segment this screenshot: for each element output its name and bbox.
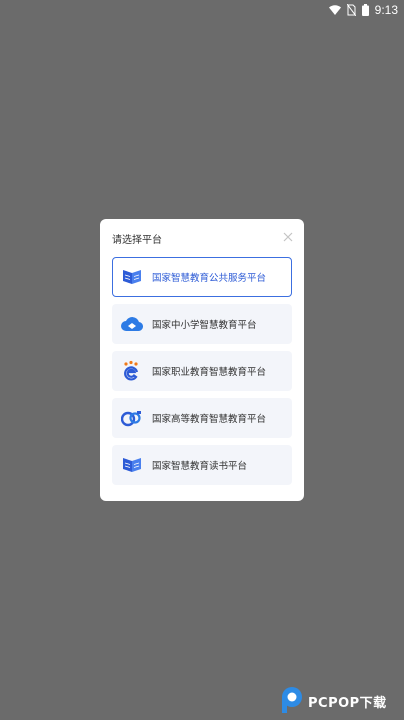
dialog-title: 请选择平台 [112,235,162,246]
cloud-logo-icon [120,312,144,336]
no-sim-icon [346,4,356,16]
platform-options: 国家智慧教育公共服务平台 国家中小学智慧教育平台 国家职业教育智慧教育平台 国家… [112,257,292,492]
option-higher-ed-platform[interactable]: 国家高等教育智慧教育平台 [112,398,292,438]
option-k12-platform[interactable]: 国家中小学智慧教育平台 [112,304,292,344]
option-label: 国家中小学智慧教育平台 [152,320,257,331]
option-public-service-platform[interactable]: 国家智慧教育公共服务平台 [112,257,292,297]
option-vocational-platform[interactable]: 国家职业教育智慧教育平台 [112,351,292,391]
open-book-icon [120,265,144,289]
option-label: 国家智慧教育公共服务平台 [152,273,267,284]
wifi-icon [328,5,341,15]
option-reading-platform[interactable]: 国家智慧教育读书平台 [112,445,292,485]
watermark: PCPOP下载 [280,683,404,720]
close-icon[interactable] [282,231,294,243]
watermark-text: PCPOP下载 [308,696,387,711]
battery-icon [361,4,369,16]
pcpop-logo-icon [280,685,304,719]
open-book-icon [120,453,144,477]
e-person-logo-icon [120,359,144,383]
status-time: 9:13 [374,3,398,17]
option-label: 国家高等教育智慧教育平台 [152,414,267,425]
higher-ed-logo-icon [120,406,144,430]
status-bar: 9:13 [0,0,404,20]
option-label: 国家智慧教育读书平台 [152,461,248,472]
option-label: 国家职业教育智慧教育平台 [152,367,267,378]
platform-select-dialog: 请选择平台 国家智慧教育公共服务平台 国家中小学智慧教育平台 国家职业教育智慧教… [100,219,304,501]
